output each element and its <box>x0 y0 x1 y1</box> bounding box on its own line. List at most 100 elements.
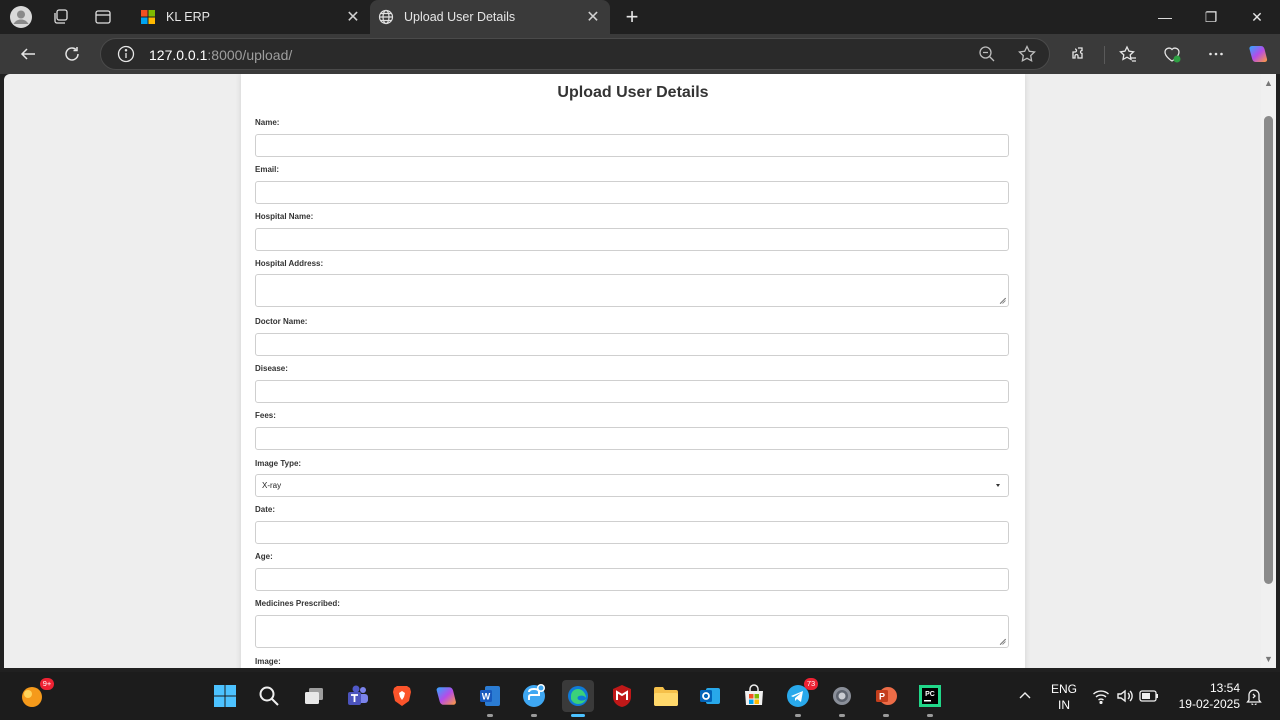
date-label: Date: <box>255 505 276 514</box>
telegram-icon[interactable]: 73 <box>782 678 818 717</box>
close-window-button[interactable]: ✕ <box>1234 0 1280 34</box>
clock-date: 19-02-2025 <box>1178 697 1240 711</box>
notifications-bell-icon[interactable] <box>1242 680 1266 712</box>
resize-handle-icon[interactable] <box>999 638 1006 645</box>
refresh-icon[interactable] <box>58 40 86 68</box>
medicines-label: Medicines Prescribed: <box>255 599 340 608</box>
page-scrollbar[interactable]: ▲ ▼ <box>1261 74 1276 668</box>
vertical-tabs-icon[interactable] <box>90 5 116 29</box>
medicines-textarea[interactable] <box>255 615 1009 648</box>
copilot-app-icon[interactable] <box>430 680 462 712</box>
image-type-select[interactable]: X-ray <box>255 474 1009 497</box>
profile-avatar-icon[interactable] <box>8 5 34 29</box>
pycharm-icon[interactable]: PC <box>914 680 946 717</box>
telegram-badge: 73 <box>804 678 818 690</box>
running-indicator <box>487 714 493 717</box>
search-icon[interactable] <box>253 680 285 712</box>
image-label: Image: <box>255 657 281 666</box>
disease-input[interactable] <box>255 380 1009 403</box>
doctor-name-input[interactable] <box>255 333 1009 356</box>
file-explorer-icon[interactable] <box>650 680 682 712</box>
name-label: Name: <box>255 118 280 127</box>
scrollbar-thumb[interactable] <box>1264 116 1273 584</box>
clock[interactable]: 13:54 19-02-2025 <box>1170 680 1240 712</box>
edge-browser-icon[interactable] <box>562 680 594 717</box>
tab-close-icon[interactable]: ✕ <box>582 6 604 28</box>
favorites-icon[interactable] <box>1114 40 1142 68</box>
hospital-name-label: Hospital Name: <box>255 212 314 221</box>
task-view-icon[interactable] <box>298 680 330 712</box>
favorite-star-icon[interactable] <box>1017 44 1037 64</box>
hospital-name-input[interactable] <box>255 228 1009 251</box>
date-input[interactable] <box>255 521 1009 544</box>
extensions-icon[interactable] <box>1066 40 1094 68</box>
back-arrow-icon[interactable] <box>14 40 42 68</box>
toolbar-separator <box>1104 46 1105 64</box>
fees-input[interactable] <box>255 427 1009 450</box>
chevron-down-icon <box>996 484 1000 487</box>
scroll-down-arrow-icon[interactable]: ▼ <box>1264 654 1273 664</box>
window-edge <box>1276 74 1280 668</box>
fees-label: Fees: <box>255 411 276 420</box>
browser-toolbar: 127.0.0.1:8000/upload/ <box>0 34 1280 74</box>
page-title: Upload User Details <box>557 84 709 101</box>
tab-strip: KL ERP ✕ Upload User Details ✕ + — ❐ ✕ <box>0 0 1280 34</box>
teams-icon[interactable] <box>342 680 374 712</box>
age-label: Age: <box>255 552 273 561</box>
running-indicator <box>839 714 845 717</box>
age-input[interactable] <box>255 568 1009 591</box>
language-indicator[interactable]: ENG IN <box>1046 681 1082 713</box>
name-input[interactable] <box>255 134 1009 157</box>
widgets-icon[interactable]: 9+ <box>16 678 54 712</box>
battery-icon[interactable] <box>1138 680 1160 712</box>
image-type-selected: X-ray <box>262 481 282 490</box>
tab-kl-erp[interactable]: KL ERP ✕ <box>132 0 370 34</box>
minimize-button[interactable]: — <box>1142 0 1188 34</box>
address-bar[interactable]: 127.0.0.1:8000/upload/ <box>100 38 1050 70</box>
site-info-icon[interactable] <box>117 45 135 63</box>
python-idle-icon[interactable] <box>518 680 550 717</box>
url-text: 127.0.0.1:8000/upload/ <box>149 47 293 63</box>
hospital-address-label: Hospital Address: <box>255 259 324 268</box>
tab-title: KL ERP <box>166 10 211 24</box>
outlook-icon[interactable] <box>694 680 726 712</box>
disease-label: Disease: <box>255 364 288 373</box>
workspaces-icon[interactable] <box>48 5 74 29</box>
widgets-badge: 9+ <box>40 678 54 690</box>
doctor-name-label: Doctor Name: <box>255 317 308 326</box>
microsoft-store-icon[interactable] <box>738 680 770 712</box>
zoom-out-icon[interactable] <box>977 44 997 64</box>
browser-essentials-icon[interactable] <box>1158 40 1186 68</box>
wifi-icon[interactable] <box>1090 680 1112 712</box>
svg-text:P: P <box>879 692 885 702</box>
copilot-icon[interactable] <box>1244 40 1272 68</box>
brave-browser-icon[interactable] <box>386 680 418 712</box>
tab-upload-user-details[interactable]: Upload User Details ✕ <box>370 0 610 34</box>
scroll-up-arrow-icon[interactable]: ▲ <box>1264 78 1273 88</box>
active-indicator <box>571 714 585 717</box>
running-indicator <box>795 714 801 717</box>
start-button-icon[interactable] <box>209 680 241 712</box>
restore-button[interactable]: ❐ <box>1188 0 1234 34</box>
running-indicator <box>927 714 933 717</box>
powerpoint-icon[interactable]: P <box>870 680 902 717</box>
image-type-label: Image Type: <box>255 459 302 468</box>
running-indicator <box>883 714 889 717</box>
word-icon[interactable]: W <box>474 680 506 717</box>
tab-close-icon[interactable]: ✕ <box>342 6 364 28</box>
running-indicator <box>531 714 537 717</box>
windows-taskbar: 9+ W 73 P PC ENG IN 13:54 19-02-2025 <box>0 672 1280 720</box>
email-input[interactable] <box>255 181 1009 204</box>
volume-icon[interactable] <box>1114 680 1136 712</box>
tab-title: Upload User Details <box>404 10 516 24</box>
hospital-address-textarea[interactable] <box>255 274 1009 307</box>
mcafee-icon[interactable] <box>606 680 638 712</box>
email-label: Email: <box>255 165 280 174</box>
resize-handle-icon[interactable] <box>999 297 1006 304</box>
svg-text:PC: PC <box>925 691 935 698</box>
new-tab-button[interactable]: + <box>619 4 645 30</box>
upload-form-card: Upload User Details Name: Email: Hospita… <box>241 74 1025 668</box>
show-hidden-icons-chevron-icon[interactable] <box>1010 680 1040 712</box>
settings-menu-icon[interactable] <box>1202 40 1230 68</box>
settings-gear-icon[interactable] <box>826 680 858 717</box>
